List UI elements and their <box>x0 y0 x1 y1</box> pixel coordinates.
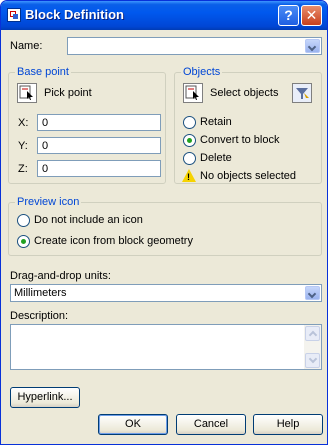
convert-to-block-label[interactable]: Convert to block <box>200 134 279 146</box>
base-point-title: Base point <box>15 66 71 78</box>
chevron-down-icon[interactable] <box>305 286 320 300</box>
help-button[interactable]: Help <box>253 414 323 435</box>
name-label: Name: <box>10 40 43 52</box>
preview-icon-title: Preview icon <box>15 196 82 208</box>
description-textarea[interactable] <box>10 324 322 370</box>
block-definition-icon <box>7 8 21 22</box>
title-close-button[interactable]: ✕ <box>301 5 322 26</box>
pick-point-button[interactable] <box>17 83 37 103</box>
cancel-button[interactable]: Cancel <box>176 414 246 435</box>
units-combobox[interactable]: Millimeters <box>10 284 322 302</box>
objects-group: Objects Select objects Retain Convert to… <box>174 66 322 184</box>
block-definition-dialog: Block Definition ? ✕ Name: Base point Pi… <box>0 0 328 445</box>
scroll-up-icon[interactable] <box>305 326 320 341</box>
delete-radio[interactable] <box>183 152 196 165</box>
warning-icon: ! <box>182 169 196 182</box>
title-bar[interactable]: Block Definition ? ✕ <box>1 1 327 30</box>
chevron-down-icon[interactable] <box>305 39 320 53</box>
retain-label[interactable]: Retain <box>200 116 232 128</box>
hyperlink-button[interactable]: Hyperlink... <box>10 387 80 408</box>
convert-to-block-radio[interactable] <box>183 134 196 147</box>
units-label: Drag-and-drop units: <box>10 270 111 282</box>
create-icon-radio[interactable] <box>17 235 30 248</box>
description-label: Description: <box>10 310 69 322</box>
quick-select-icon <box>296 88 309 99</box>
scroll-down-icon[interactable] <box>305 353 320 368</box>
create-icon-label[interactable]: Create icon from block geometry <box>34 235 193 247</box>
delete-label[interactable]: Delete <box>200 152 232 164</box>
y-value: 0 <box>42 140 49 152</box>
title-help-button[interactable]: ? <box>278 5 299 26</box>
select-objects-button[interactable] <box>183 83 203 103</box>
z-value: 0 <box>42 163 49 175</box>
window-title: Block Definition <box>25 7 124 22</box>
x-input[interactable]: 0 <box>37 114 161 131</box>
objects-title: Objects <box>181 66 223 78</box>
retain-radio[interactable] <box>183 116 196 129</box>
y-input[interactable]: 0 <box>37 137 161 154</box>
quick-select-button[interactable] <box>292 83 312 103</box>
dialog-body: Name: Base point Pick point X: 0 Y: 0 Z:… <box>1 30 327 444</box>
warning-text: No objects selected <box>200 170 296 182</box>
name-combobox[interactable] <box>67 37 322 55</box>
pick-point-label[interactable]: Pick point <box>44 87 92 99</box>
z-label: Z: <box>18 163 28 175</box>
preview-icon-group: Preview icon Do not include an icon Crea… <box>8 196 322 256</box>
select-objects-icon <box>185 85 199 100</box>
z-input[interactable]: 0 <box>37 160 161 177</box>
x-value: 0 <box>42 117 49 129</box>
description-scrollbar[interactable] <box>304 325 321 369</box>
units-value: Millimeters <box>14 287 67 299</box>
base-point-group: Base point Pick point X: 0 Y: 0 Z: 0 <box>8 66 166 184</box>
no-icon-label[interactable]: Do not include an icon <box>34 214 143 226</box>
pick-point-icon <box>19 85 33 100</box>
y-label: Y: <box>18 140 28 152</box>
ok-button[interactable]: OK <box>98 414 168 435</box>
x-label: X: <box>18 117 29 129</box>
no-icon-radio[interactable] <box>17 214 30 227</box>
select-objects-label[interactable]: Select objects <box>210 87 278 99</box>
